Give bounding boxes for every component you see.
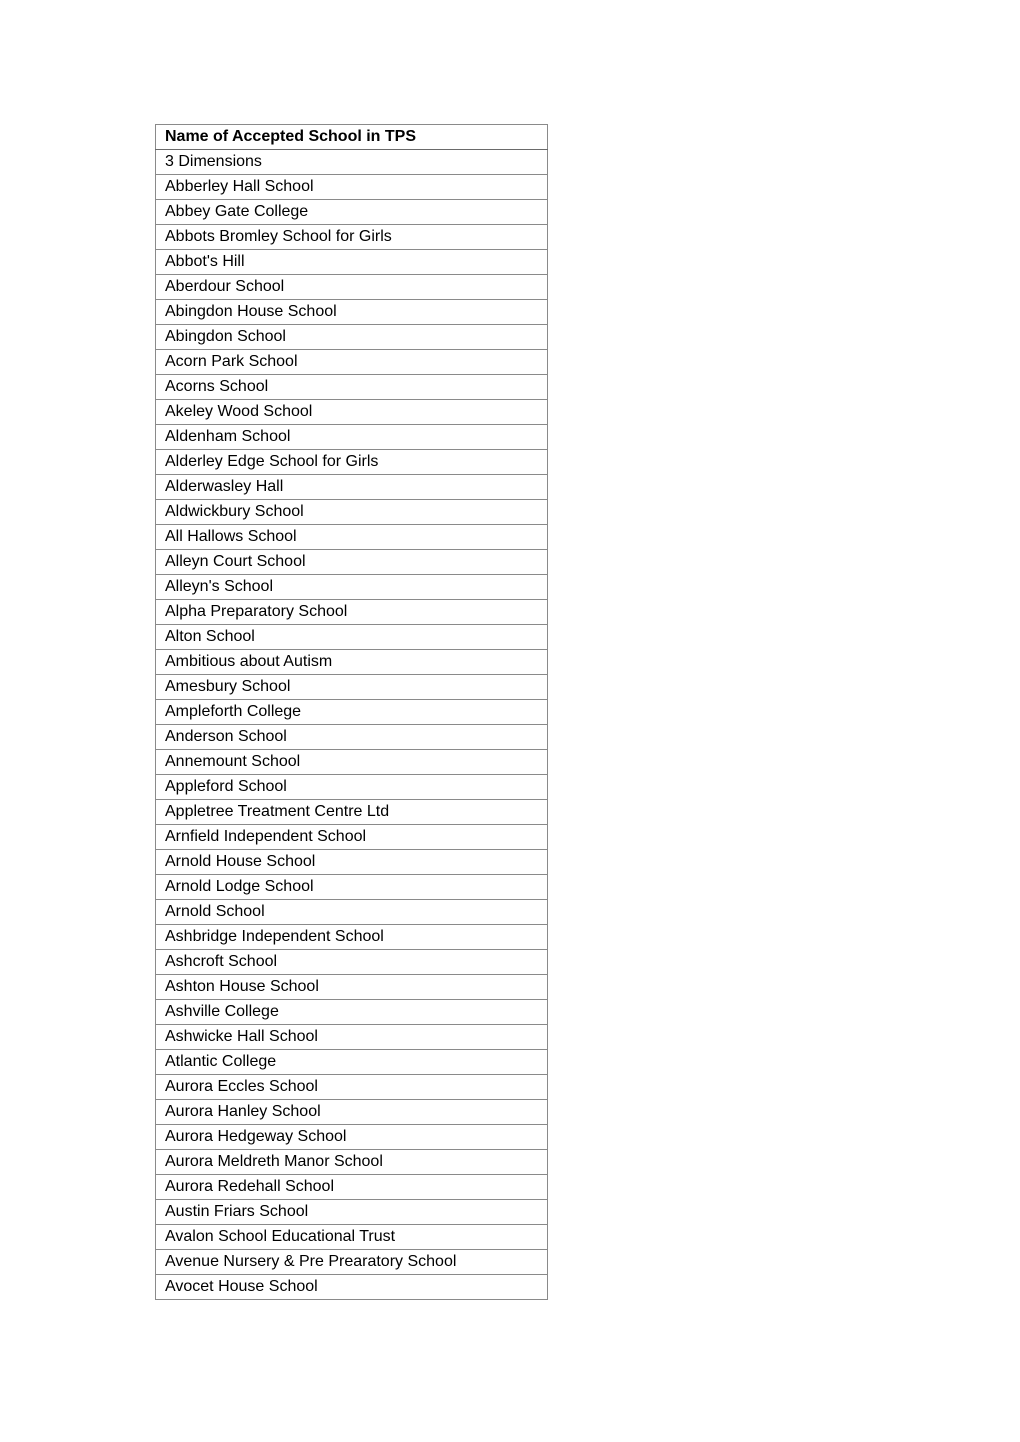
table-row: Anderson School — [155, 724, 548, 750]
table-row: Austin Friars School — [155, 1199, 548, 1225]
table-row: Abberley Hall School — [155, 174, 548, 200]
table-row: Abbot's Hill — [155, 249, 548, 275]
school-name-cell: Alderley Edge School for Girls — [155, 449, 548, 475]
school-name-cell: Abingdon House School — [155, 299, 548, 325]
table-row: Annemount School — [155, 749, 548, 775]
table-row: Abingdon House School — [155, 299, 548, 325]
school-name-cell: Austin Friars School — [155, 1199, 548, 1225]
school-name-cell: Annemount School — [155, 749, 548, 775]
school-name-cell: Ambitious about Autism — [155, 649, 548, 675]
school-name-cell: Ashville College — [155, 999, 548, 1025]
school-name-cell: Arnold House School — [155, 849, 548, 875]
table-row: Appleford School — [155, 774, 548, 800]
school-name-cell: Acorns School — [155, 374, 548, 400]
table-row: Ashbridge Independent School — [155, 924, 548, 950]
table-row: Alleyn's School — [155, 574, 548, 600]
school-name-cell: Avenue Nursery & Pre Prearatory School — [155, 1249, 548, 1275]
table-row: Amesbury School — [155, 674, 548, 700]
school-name-cell: Abbey Gate College — [155, 199, 548, 225]
school-name-cell: Ashcroft School — [155, 949, 548, 975]
school-name-cell: Ampleforth College — [155, 699, 548, 725]
school-name-cell: Abberley Hall School — [155, 174, 548, 200]
table-row: Aurora Redehall School — [155, 1174, 548, 1200]
school-name-cell: Abbots Bromley School for Girls — [155, 224, 548, 250]
table-row: Aldwickbury School — [155, 499, 548, 525]
school-name-cell: Arnold Lodge School — [155, 874, 548, 900]
table-row: Aurora Eccles School — [155, 1074, 548, 1100]
table-row: Ashville College — [155, 999, 548, 1025]
school-name-cell: 3 Dimensions — [155, 149, 548, 175]
school-name-cell: Avocet House School — [155, 1274, 548, 1300]
table-row: Ampleforth College — [155, 699, 548, 725]
schools-table: Name of Accepted School in TPS 3 Dimensi… — [155, 124, 548, 1300]
school-name-cell: Appleford School — [155, 774, 548, 800]
school-name-cell: Ashton House School — [155, 974, 548, 1000]
table-row: Alderwasley Hall — [155, 474, 548, 500]
school-name-cell: Amesbury School — [155, 674, 548, 700]
school-name-cell: Alderwasley Hall — [155, 474, 548, 500]
school-name-cell: Abingdon School — [155, 324, 548, 350]
school-name-cell: Alton School — [155, 624, 548, 650]
schools-table-body: Name of Accepted School in TPS 3 Dimensi… — [155, 124, 548, 1300]
table-row: Arnold House School — [155, 849, 548, 875]
table-row: Avalon School Educational Trust — [155, 1224, 548, 1250]
table-row: Acorns School — [155, 374, 548, 400]
school-name-cell: Ashwicke Hall School — [155, 1024, 548, 1050]
school-name-cell: Anderson School — [155, 724, 548, 750]
table-row: Arnold Lodge School — [155, 874, 548, 900]
table-row: Ashcroft School — [155, 949, 548, 975]
school-name-cell: Akeley Wood School — [155, 399, 548, 425]
school-name-cell: Abbot's Hill — [155, 249, 548, 275]
table-header-row: Name of Accepted School in TPS — [155, 124, 548, 150]
table-row: Arnold School — [155, 899, 548, 925]
table-row: Atlantic College — [155, 1049, 548, 1075]
school-name-cell: Alleyn Court School — [155, 549, 548, 575]
table-row: Avenue Nursery & Pre Prearatory School — [155, 1249, 548, 1275]
table-row: Ashwicke Hall School — [155, 1024, 548, 1050]
table-row: Aberdour School — [155, 274, 548, 300]
table-row: Acorn Park School — [155, 349, 548, 375]
table-row: Appletree Treatment Centre Ltd — [155, 799, 548, 825]
school-name-cell: Acorn Park School — [155, 349, 548, 375]
school-name-cell: Appletree Treatment Centre Ltd — [155, 799, 548, 825]
school-name-cell: Alleyn's School — [155, 574, 548, 600]
table-row: Avocet House School — [155, 1274, 548, 1300]
table-row: Aurora Meldreth Manor School — [155, 1149, 548, 1175]
table-row: Alton School — [155, 624, 548, 650]
school-name-cell: All Hallows School — [155, 524, 548, 550]
table-row: Abbots Bromley School for Girls — [155, 224, 548, 250]
school-name-cell: Arnfield Independent School — [155, 824, 548, 850]
table-row: Alderley Edge School for Girls — [155, 449, 548, 475]
table-row: Abingdon School — [155, 324, 548, 350]
table-row: Ashton House School — [155, 974, 548, 1000]
school-name-cell: Atlantic College — [155, 1049, 548, 1075]
school-name-cell: Aberdour School — [155, 274, 548, 300]
school-name-cell: Aurora Eccles School — [155, 1074, 548, 1100]
table-row: 3 Dimensions — [155, 149, 548, 175]
school-name-cell: Aurora Redehall School — [155, 1174, 548, 1200]
table-row: Alpha Preparatory School — [155, 599, 548, 625]
table-header-cell: Name of Accepted School in TPS — [155, 124, 548, 150]
school-name-cell: Aldwickbury School — [155, 499, 548, 525]
school-name-cell: Aurora Hedgeway School — [155, 1124, 548, 1150]
school-name-cell: Aldenham School — [155, 424, 548, 450]
table-row: Ambitious about Autism — [155, 649, 548, 675]
table-row: Akeley Wood School — [155, 399, 548, 425]
school-name-cell: Ashbridge Independent School — [155, 924, 548, 950]
school-name-cell: Aurora Hanley School — [155, 1099, 548, 1125]
table-row: All Hallows School — [155, 524, 548, 550]
table-row: Abbey Gate College — [155, 199, 548, 225]
table-row: Arnfield Independent School — [155, 824, 548, 850]
school-name-cell: Arnold School — [155, 899, 548, 925]
table-row: Alleyn Court School — [155, 549, 548, 575]
table-row: Aldenham School — [155, 424, 548, 450]
table-row: Aurora Hedgeway School — [155, 1124, 548, 1150]
school-name-cell: Alpha Preparatory School — [155, 599, 548, 625]
school-name-cell: Aurora Meldreth Manor School — [155, 1149, 548, 1175]
school-name-cell: Avalon School Educational Trust — [155, 1224, 548, 1250]
table-row: Aurora Hanley School — [155, 1099, 548, 1125]
